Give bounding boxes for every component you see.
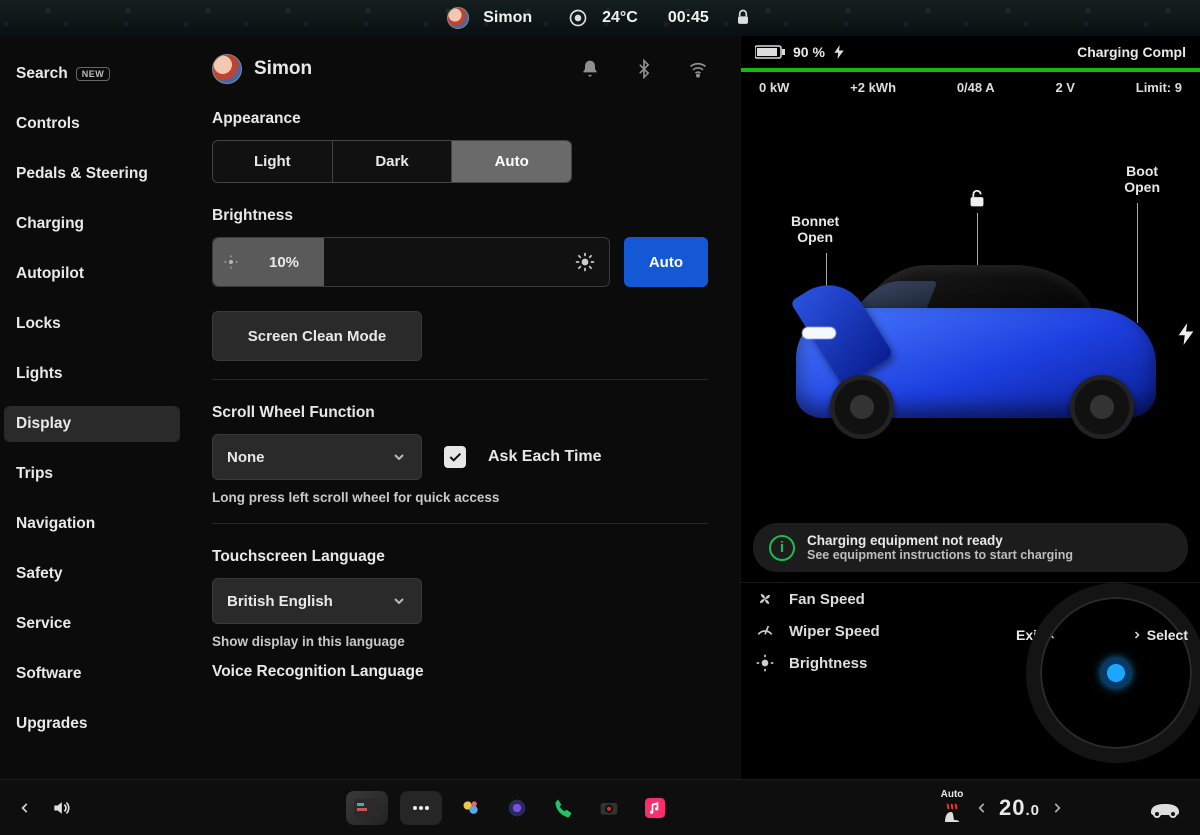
sidebar-item-lights[interactable]: Lights: [4, 356, 180, 392]
charging-status-title: Charging Compl: [1077, 44, 1186, 60]
sidebar-item-safety[interactable]: Safety: [4, 556, 180, 592]
vehicle-render[interactable]: [796, 263, 1156, 433]
appearance-option-auto[interactable]: Auto: [451, 141, 571, 182]
new-badge: NEW: [76, 67, 111, 81]
ask-each-time-checkbox[interactable]: [444, 446, 466, 468]
bonnet-open-label[interactable]: Bonnet Open: [791, 213, 839, 245]
app-camera-icon[interactable]: [592, 791, 626, 825]
dock-prev-icon[interactable]: [18, 801, 32, 815]
stat-limit: Limit: 9: [1136, 80, 1182, 95]
lang-title: Touchscreen Language: [212, 548, 708, 566]
lock-icon[interactable]: [733, 8, 753, 28]
quick-fan-speed[interactable]: Fan Speed: [755, 589, 1002, 609]
touchscreen-language-select[interactable]: British English: [212, 578, 422, 624]
scroll-wheel-widget: Exit Select: [1016, 589, 1186, 673]
cabin-temperature[interactable]: 20.0: [999, 795, 1040, 821]
scroll-function-select[interactable]: None: [212, 434, 422, 480]
stat-volts: 2 V: [1055, 80, 1075, 95]
outside-temperature[interactable]: 24°C: [602, 9, 638, 27]
stat-energy: +2 kWh: [850, 80, 896, 95]
clock[interactable]: 00:45: [668, 9, 709, 27]
steering-wheel-icon: [1026, 583, 1200, 763]
bolt-icon: [833, 45, 845, 59]
info-icon: i: [769, 535, 795, 561]
fan-icon: [755, 589, 775, 609]
seat-heat-icon: [939, 802, 965, 826]
sidebar-item-upgrades[interactable]: Upgrades: [4, 706, 180, 742]
sidebar-item-trips[interactable]: Trips: [4, 456, 180, 492]
sentry-icon[interactable]: [568, 8, 588, 28]
lang-hint: Show display in this language: [212, 634, 708, 649]
sidebar-item-charging[interactable]: Charging: [4, 206, 180, 242]
profile-avatar-icon[interactable]: [447, 7, 469, 29]
appearance-option-light[interactable]: Light: [213, 141, 332, 182]
app-music-icon[interactable]: [638, 791, 672, 825]
stat-power: 0 kW: [759, 80, 789, 95]
appearance-option-dark[interactable]: Dark: [332, 141, 452, 182]
seat-heater-button[interactable]: Auto: [939, 790, 965, 826]
ask-each-time-label: Ask Each Time: [488, 448, 602, 466]
bluetooth-icon[interactable]: [634, 59, 654, 79]
app-dashcam-icon[interactable]: [500, 791, 534, 825]
profile-name[interactable]: Simon: [483, 9, 532, 27]
chevron-down-icon: [391, 593, 407, 609]
brightness-min-icon: [223, 254, 239, 270]
sidebar-item-autopilot[interactable]: Autopilot: [4, 256, 180, 292]
notifications-icon[interactable]: [580, 59, 600, 79]
quick-wiper-speed[interactable]: Wiper Speed: [755, 621, 1002, 641]
profile-avatar-icon[interactable]: [212, 54, 242, 84]
sidebar-item-service[interactable]: Service: [4, 606, 180, 642]
temp-down-button[interactable]: [975, 801, 989, 815]
sidebar-item-display[interactable]: Display: [4, 406, 180, 442]
temp-up-button[interactable]: [1050, 801, 1064, 815]
profile-name-header[interactable]: Simon: [254, 58, 312, 80]
stat-amps: 0/48 A: [957, 80, 995, 95]
scroll-title: Scroll Wheel Function: [212, 404, 708, 422]
settings-sidebar: SearchNEW Controls Pedals & Steering Cha…: [0, 36, 180, 779]
brightness-max-icon: [575, 252, 595, 272]
wifi-icon[interactable]: [688, 59, 708, 79]
scroll-select-button[interactable]: Select: [1131, 627, 1188, 643]
brightness-icon: [755, 653, 775, 673]
appearance-title: Appearance: [212, 110, 708, 128]
sidebar-item-pedals[interactable]: Pedals & Steering: [4, 156, 180, 192]
voice-lang-title: Voice Recognition Language: [212, 663, 708, 681]
charge-bolt-icon[interactable]: [1178, 323, 1194, 345]
screen-clean-button[interactable]: Screen Clean Mode: [212, 311, 422, 361]
quick-brightness[interactable]: Brightness: [755, 653, 1002, 673]
unlock-icon[interactable]: [966, 188, 988, 210]
app-toybox-icon[interactable]: [454, 791, 488, 825]
battery-percent: 90 %: [793, 44, 825, 60]
app-phone-icon[interactable]: [546, 791, 580, 825]
sidebar-item-navigation[interactable]: Navigation: [4, 506, 180, 542]
app-launcher-1[interactable]: [346, 791, 388, 825]
settings-panel: Simon Appearance Light Dark Auto Brightn…: [180, 36, 740, 779]
sidebar-item-software[interactable]: Software: [4, 656, 180, 692]
bottom-dock: Auto 20.0: [0, 779, 1200, 835]
brightness-slider[interactable]: 10%: [212, 237, 610, 287]
boot-open-label[interactable]: Boot Open: [1124, 163, 1160, 195]
alert-line1: Charging equipment not ready: [807, 533, 1073, 548]
wiper-icon: [755, 621, 775, 641]
battery-icon[interactable]: [755, 45, 785, 59]
app-launcher-2[interactable]: [400, 791, 442, 825]
charge-stats-row: 0 kW +2 kWh 0/48 A 2 V Limit: 9: [741, 72, 1200, 103]
volume-icon[interactable]: [44, 791, 78, 825]
brightness-title: Brightness: [212, 207, 708, 225]
car-controls-icon[interactable]: [1148, 791, 1182, 825]
vehicle-panel: 90 % Charging Compl 0 kW +2 kWh 0/48 A 2…: [740, 36, 1200, 779]
status-bar: Simon 24°C 00:45: [0, 0, 1200, 36]
brightness-auto-button[interactable]: Auto: [624, 237, 708, 287]
brightness-value: 10%: [269, 254, 299, 271]
scroll-hint: Long press left scroll wheel for quick a…: [212, 490, 708, 505]
alert-line2: See equipment instructions to start char…: [807, 548, 1073, 562]
chevron-down-icon: [391, 449, 407, 465]
sidebar-item-locks[interactable]: Locks: [4, 306, 180, 342]
sidebar-item-controls[interactable]: Controls: [4, 106, 180, 142]
sidebar-item-search[interactable]: SearchNEW: [4, 56, 180, 92]
appearance-segmented: Light Dark Auto: [212, 140, 572, 183]
charging-alert[interactable]: i Charging equipment not ready See equip…: [753, 523, 1188, 572]
